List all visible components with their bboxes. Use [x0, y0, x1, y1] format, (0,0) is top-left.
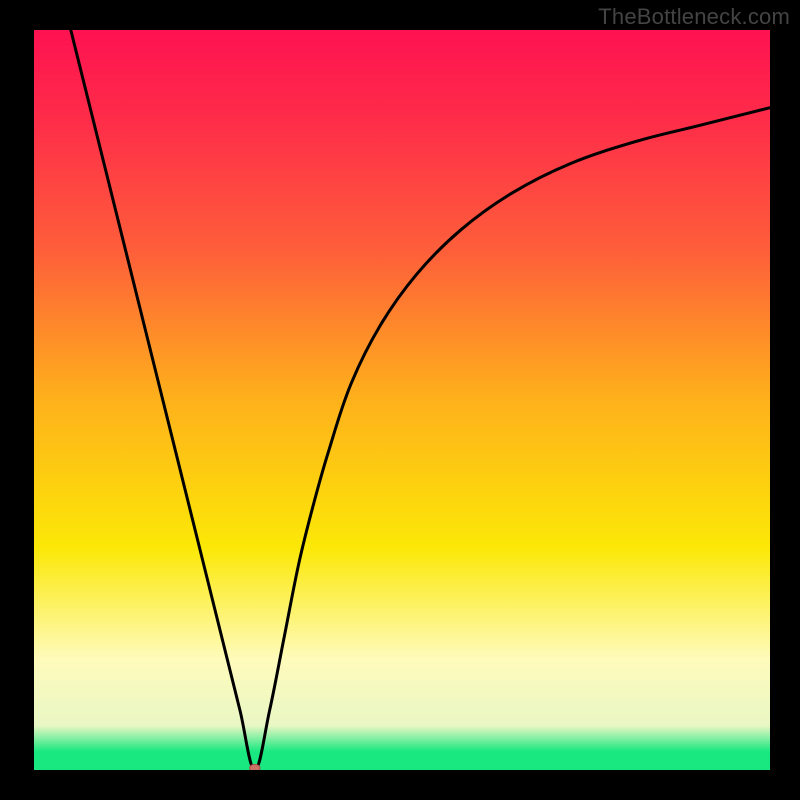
chart-svg	[34, 30, 770, 770]
plot-area	[34, 30, 770, 770]
gradient-background	[34, 30, 770, 770]
optimal-marker	[250, 764, 260, 770]
watermark-text: TheBottleneck.com	[598, 4, 790, 30]
chart-frame: TheBottleneck.com	[0, 0, 800, 800]
